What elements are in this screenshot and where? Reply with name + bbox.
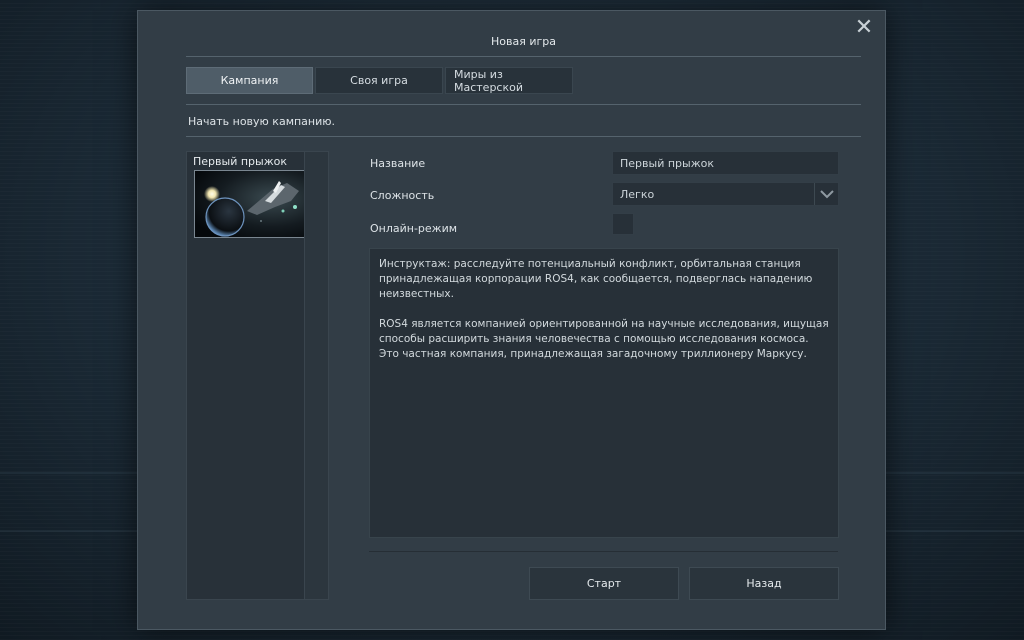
tab-workshop-worlds[interactable]: Миры из Мастерской (445, 67, 573, 94)
dialog-title: Новая игра (491, 35, 556, 48)
campaign-description: Инструктаж: расследуйте потенциальный ко… (369, 248, 839, 538)
campaign-thumbnail (194, 170, 322, 238)
name-field-value: Первый прыжок (620, 156, 714, 170)
list-item[interactable]: Первый прыжок (187, 152, 322, 238)
description-paragraph: Инструктаж: расследуйте потенциальный ко… (379, 258, 813, 300)
divider (186, 136, 861, 137)
name-field[interactable]: Первый прыжок (612, 151, 839, 175)
list-scrollbar[interactable] (304, 152, 328, 599)
page-subtitle: Начать новую кампанию. (188, 115, 336, 128)
start-button[interactable]: Старт (529, 567, 679, 600)
campaign-name: Первый прыжок (193, 155, 287, 168)
tab-bar: Кампания Своя игра Миры из Мастерской (186, 67, 573, 94)
online-mode-label: Онлайн-режим (370, 222, 458, 235)
online-mode-checkbox[interactable] (612, 213, 634, 235)
difficulty-select-value: Легко (620, 187, 655, 201)
back-button[interactable]: Назад (689, 567, 839, 600)
description-paragraph: ROS4 является компанией ориентированной … (379, 318, 829, 360)
tab-campaign[interactable]: Кампания (186, 67, 313, 94)
chevron-down-icon[interactable] (814, 183, 838, 205)
divider (186, 104, 861, 105)
divider (186, 56, 861, 57)
new-game-dialog: ✕ Новая игра Кампания Своя игра Миры из … (137, 10, 886, 630)
tab-custom-game[interactable]: Своя игра (315, 67, 443, 94)
campaign-list: Первый прыжок (186, 151, 329, 600)
divider (369, 551, 838, 552)
campaign-thumbnail-image (195, 171, 321, 237)
difficulty-label: Сложность (370, 189, 435, 202)
name-label: Название (370, 157, 426, 170)
difficulty-select[interactable]: Легко (612, 182, 839, 206)
